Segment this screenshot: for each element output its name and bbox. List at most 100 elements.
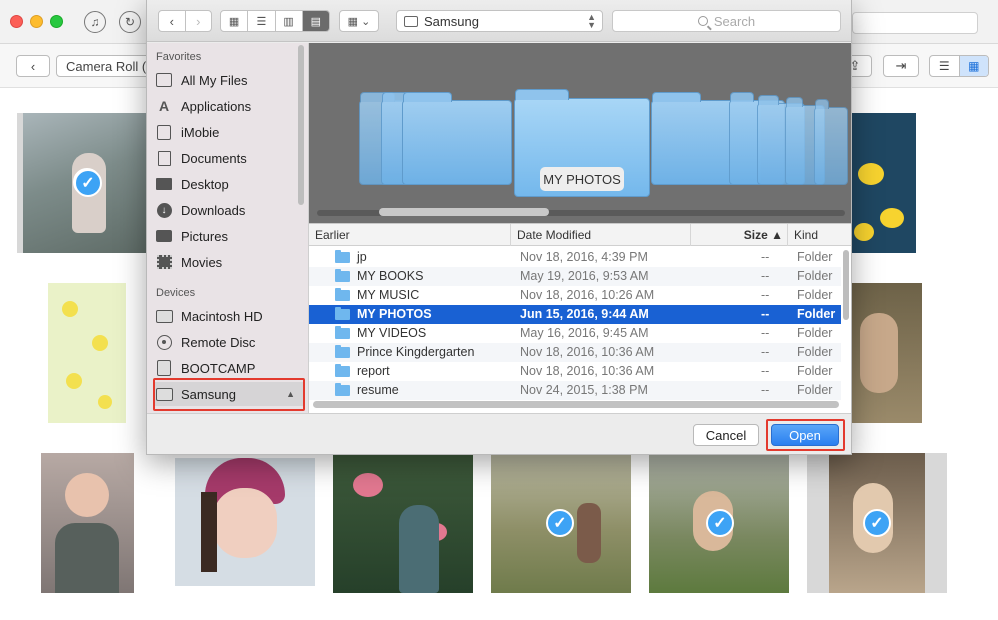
minimize-window-button[interactable]	[30, 15, 43, 28]
import-button[interactable]: ⇥	[883, 55, 919, 77]
sidebar-item-desktop[interactable]: Desktop	[155, 172, 305, 196]
back-icon[interactable]: ‹	[159, 11, 185, 31]
import-icon: ⇥	[895, 58, 907, 73]
column-header-name[interactable]: Earlier	[309, 224, 350, 246]
photo-thumbnail[interactable]: ✓	[807, 453, 947, 593]
dialog-sidebar: Favorites All My Files A Applications iM…	[147, 43, 309, 413]
view-mode-toggle: ☰ ▦	[929, 55, 989, 77]
sidebar-item-label: Macintosh HD	[181, 308, 263, 324]
open-highlight-box	[766, 419, 845, 451]
open-file-dialog: ‹ › ▦ ☰ ▥ ▤ ▦ ⌄ Samsung ▲ ▼ Search Favori…	[146, 0, 852, 455]
check-icon: ✓	[863, 509, 891, 537]
photo-thumbnail[interactable]	[333, 453, 473, 593]
sidebar-item-bootcamp[interactable]: BOOTCAMP	[155, 356, 305, 380]
refresh-icon[interactable]: ↻	[119, 11, 141, 33]
folder-icon	[335, 364, 350, 377]
search-field[interactable]: Search	[612, 10, 841, 32]
desktop-icon	[156, 178, 172, 190]
sidebar-item-remote-disc[interactable]: Remote Disc	[155, 330, 305, 354]
folder-icon	[335, 345, 350, 358]
sidebar-item-label: Remote Disc	[181, 334, 256, 350]
downloads-icon: ↓	[156, 202, 172, 218]
updown-arrows-icon: ▲ ▼	[587, 12, 596, 30]
folder-icon	[335, 250, 350, 263]
sidebar-item-movies[interactable]: Movies	[155, 250, 305, 274]
list-view-icon[interactable]: ☰	[247, 11, 274, 31]
app-search-input[interactable]	[852, 12, 978, 34]
close-window-button[interactable]	[10, 15, 23, 28]
file-list-header: Earlier Date Modified Size ▲ Kind	[309, 224, 851, 246]
list-view-icon[interactable]: ☰	[930, 56, 959, 76]
photo-thumbnail[interactable]	[850, 113, 916, 253]
table-row[interactable]: MY BOOKS May 19, 2016, 9:53 AM -- Folder	[309, 267, 841, 286]
folder-icon	[335, 307, 350, 320]
sidebar-item-documents[interactable]: Documents	[155, 146, 305, 170]
sidebar-item-imobie[interactable]: iMobie	[155, 120, 305, 144]
cancel-button[interactable]: Cancel	[693, 424, 759, 446]
location-label: Samsung	[424, 13, 479, 29]
table-row[interactable]: resume Nov 24, 2015, 1:38 PM -- Folder	[309, 381, 841, 400]
file-list: Earlier Date Modified Size ▲ Kind jp Nov …	[309, 223, 851, 413]
grid-view-icon[interactable]: ▦	[958, 56, 988, 76]
column-header-size[interactable]: Size ▲	[690, 224, 787, 246]
zoom-window-button[interactable]	[50, 15, 63, 28]
folder-icon	[335, 383, 350, 396]
folder-icon	[335, 326, 350, 339]
view-mode-buttons: ▦ ☰ ▥ ▤	[220, 10, 330, 32]
search-icon	[697, 16, 708, 26]
location-popup[interactable]: Samsung ▲ ▼	[396, 10, 603, 32]
file-list-vertical-scrollbar[interactable]	[843, 250, 849, 320]
file-list-horizontal-scrollbar[interactable]	[313, 401, 839, 408]
photo-thumbnail[interactable]: ✓	[649, 453, 789, 593]
album-selector[interactable]: Camera Roll (1	[56, 55, 156, 77]
sidebar-item-macintosh-hd[interactable]: Macintosh HD	[155, 304, 305, 328]
applications-icon: A	[158, 98, 170, 114]
sidebar-item-all-my-files[interactable]: All My Files	[155, 68, 305, 92]
disc-icon	[156, 334, 172, 350]
sidebar-item-downloads[interactable]: ↓ Downloads	[155, 198, 305, 222]
coverflow-scrollbar-thumb[interactable]	[379, 208, 549, 216]
photo-thumbnail[interactable]	[48, 283, 126, 423]
check-icon: ✓	[74, 169, 102, 197]
column-view-icon[interactable]: ▥	[274, 11, 302, 31]
drive-icon	[157, 360, 171, 376]
sidebar-item-label: Documents	[181, 150, 247, 166]
table-row-selected[interactable]: MY PHOTOS Jun 15, 2016, 9:44 AM -- Folder	[309, 305, 841, 324]
check-icon: ✓	[706, 509, 734, 537]
folder-icon	[814, 99, 848, 185]
navigation-buttons: ‹ ›	[158, 10, 212, 32]
coverflow-label: MY PHOTOS	[540, 167, 624, 191]
sort-ascending-icon: ▲	[771, 228, 783, 242]
sidebar-item-label: Movies	[181, 254, 223, 270]
coverflow-view-icon[interactable]: ▤	[301, 11, 329, 31]
photo-thumbnail[interactable]	[850, 283, 922, 423]
photo-thumbnail[interactable]	[175, 458, 315, 586]
arrange-button[interactable]: ▦ ⌄	[339, 10, 379, 32]
sidebar-item-applications[interactable]: A Applications	[155, 94, 305, 118]
photo-thumbnail[interactable]: ✓	[491, 453, 631, 593]
back-button[interactable]: ‹	[16, 55, 50, 77]
icon-view-icon[interactable]: ▦	[221, 11, 247, 31]
search-placeholder: Search	[713, 13, 756, 29]
folder-icon	[335, 288, 350, 301]
documents-icon	[157, 150, 171, 166]
sidebar-item-label: Applications	[181, 98, 252, 114]
sidebar-item-label: iMobie	[181, 124, 220, 140]
column-header-date[interactable]: Date Modified	[510, 224, 690, 246]
sidebar-item-label: Downloads	[181, 202, 246, 218]
album-label: Camera Roll (1	[66, 58, 154, 74]
arrange-icon: ▦ ⌄	[347, 15, 371, 28]
table-row[interactable]: Prince Kingdergarten Nov 18, 2016, 10:36 …	[309, 343, 841, 362]
table-row[interactable]: report Nov 18, 2016, 10:36 AM -- Folder	[309, 362, 841, 381]
music-icon[interactable]: ♫	[84, 11, 106, 33]
folder-icon	[402, 92, 512, 185]
forward-icon[interactable]: ›	[184, 11, 212, 31]
photo-thumbnail[interactable]	[41, 453, 134, 593]
coverflow-preview[interactable]: MY PHOTOS	[309, 43, 851, 223]
hard-drive-icon	[155, 309, 173, 323]
column-header-kind[interactable]: Kind	[787, 224, 842, 246]
table-row[interactable]: MY VIDEOS May 16, 2016, 9:45 AM -- Folder	[309, 324, 841, 343]
sidebar-item-pictures[interactable]: Pictures	[155, 224, 305, 248]
table-row[interactable]: jp Nov 18, 2016, 4:39 PM -- Folder	[309, 248, 841, 267]
table-row[interactable]: MY MUSIC Nov 18, 2016, 10:26 AM -- Folder	[309, 286, 841, 305]
